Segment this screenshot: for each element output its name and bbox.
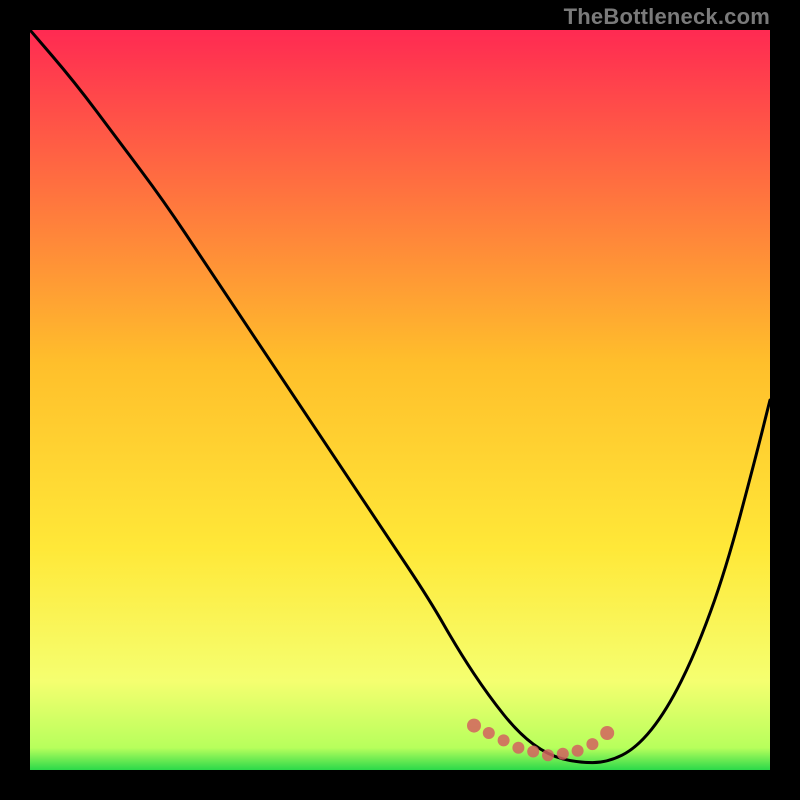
gradient-background [30,30,770,770]
valley-marker [572,745,584,757]
valley-marker [512,742,524,754]
valley-marker [467,719,481,733]
valley-marker [586,738,598,750]
valley-marker [557,748,569,760]
valley-marker [527,746,539,758]
chart-svg [30,30,770,770]
valley-marker [600,726,614,740]
valley-marker [498,734,510,746]
outer-frame: TheBottleneck.com [0,0,800,800]
valley-marker [542,749,554,761]
plot-area [30,30,770,770]
valley-marker [483,727,495,739]
watermark-text: TheBottleneck.com [564,4,770,30]
